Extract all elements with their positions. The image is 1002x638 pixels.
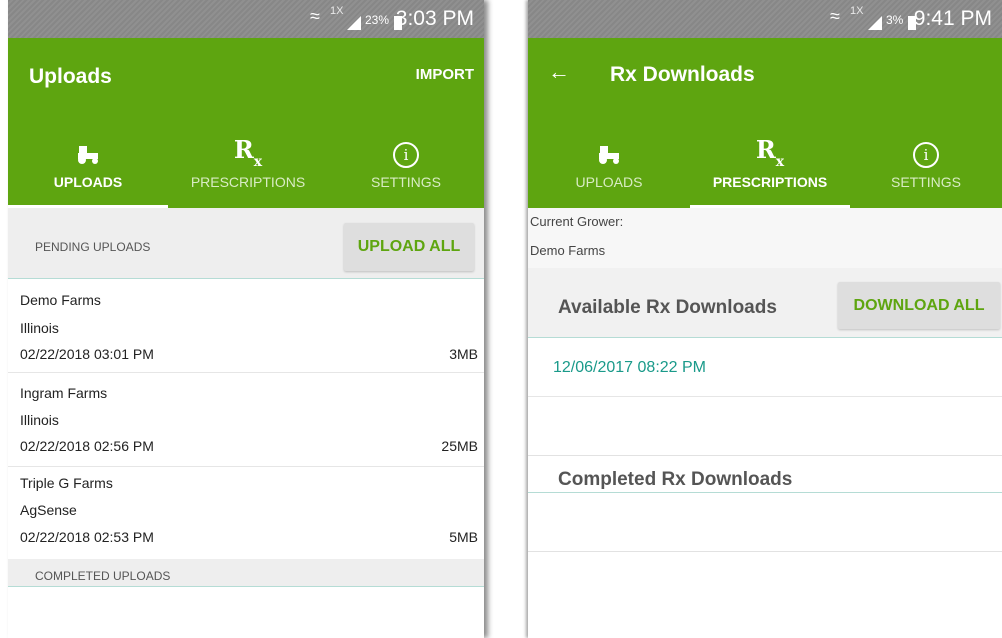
tab-settings[interactable]: i SETTINGS [850, 138, 1002, 208]
file-size: 5MB [449, 529, 478, 545]
upload-row[interactable]: Demo Farms Illinois 02/22/2018 03:01 PM … [8, 280, 484, 373]
rx-symbol: R [755, 135, 776, 165]
import-button[interactable]: IMPORT [416, 66, 474, 83]
tractor-icon [528, 138, 690, 172]
download-datetime: 12/06/2017 08:22 PM [553, 359, 707, 376]
back-arrow-icon[interactable]: ← [548, 59, 570, 85]
file-size: 3MB [449, 346, 478, 362]
location: Illinois [20, 320, 59, 336]
app-bar: ← Rx Downloads UPLOADS Rx PRESCRIPTIONS … [528, 38, 1002, 208]
download-all-button[interactable]: DOWNLOAD ALL [838, 282, 1000, 329]
tab-settings[interactable]: i SETTINGS [328, 138, 484, 208]
completed-uploads-header: COMPLETED UPLOADS [8, 559, 484, 586]
tab-prescriptions[interactable]: Rx PRESCRIPTIONS [168, 138, 328, 208]
tab-uploads[interactable]: UPLOADS [528, 138, 690, 208]
divider [8, 586, 484, 587]
battery-percent: 23% [365, 13, 390, 27]
info-symbol: i [913, 142, 939, 168]
completed-downloads-label: Completed Rx Downloads [558, 469, 793, 490]
rx-subscript: x [775, 153, 785, 170]
tab-label: UPLOADS [53, 174, 123, 190]
location: Illinois [20, 412, 59, 428]
page-title: Rx Downloads [610, 63, 755, 86]
upload-datetime: 02/22/2018 02:56 PM [20, 438, 154, 454]
battery-percent: 3% [886, 13, 904, 27]
file-size: 25MB [441, 438, 478, 454]
wifi-icon: ≈ [310, 6, 320, 26]
tab-label: PRESCRIPTIONS [712, 174, 828, 190]
pending-uploads-header: PENDING UPLOADS UPLOAD ALL [8, 208, 484, 278]
signal-icon [868, 16, 882, 30]
upload-all-button[interactable]: UPLOAD ALL [344, 223, 474, 271]
wifi-icon: ≈ [830, 6, 840, 26]
completed-downloads-header: Completed Rx Downloads [528, 456, 1002, 492]
signal-icon [347, 16, 361, 30]
status-bar: ≈ 1X 23% 3:03 PM [8, 0, 484, 38]
info-icon: i [328, 138, 484, 172]
tab-label: PRESCRIPTIONS [190, 174, 306, 190]
info-icon: i [850, 138, 1002, 172]
location: AgSense [20, 502, 77, 518]
farm-name: Demo Farms [20, 292, 101, 308]
current-grower-name: Demo Farms [530, 243, 606, 258]
status-bar: ≈ 1X 3% 9:41 PM [528, 0, 1002, 38]
rx-subscript: x [253, 153, 263, 170]
farm-name: Triple G Farms [20, 475, 113, 491]
rx-downloads-screen: ≈ 1X 3% 9:41 PM ← Rx Downloads UPLOADS R… [528, 0, 1002, 638]
upload-row[interactable]: Ingram Farms Illinois 02/22/2018 02:56 P… [8, 373, 484, 467]
info-symbol: i [393, 142, 419, 168]
upload-datetime: 02/22/2018 02:53 PM [20, 529, 154, 545]
tab-uploads[interactable]: UPLOADS [8, 138, 168, 208]
tab-label: SETTINGS [890, 174, 961, 190]
tab-label: UPLOADS [575, 174, 643, 190]
status-time: 3:03 PM [395, 7, 474, 30]
divider [528, 492, 1002, 493]
completed-uploads-label: COMPLETED UPLOADS [35, 569, 171, 583]
divider [528, 551, 1002, 552]
network-type: 1X [850, 5, 864, 17]
tab-prescriptions[interactable]: Rx PRESCRIPTIONS [690, 138, 850, 208]
rx-symbol: R [233, 135, 254, 165]
rx-icon: Rx [168, 138, 328, 172]
upload-row[interactable]: Triple G Farms AgSense 02/22/2018 02:53 … [8, 467, 484, 559]
divider [8, 278, 484, 279]
available-downloads-header: Available Rx Downloads DOWNLOAD ALL [528, 268, 1002, 337]
current-grower-block: Current Grower: Demo Farms [528, 208, 1002, 268]
current-grower-label: Current Grower: [530, 214, 624, 229]
tractor-icon [8, 138, 168, 172]
pending-uploads-label: PENDING UPLOADS [35, 240, 151, 254]
page-title: Uploads [29, 65, 112, 88]
available-downloads-label: Available Rx Downloads [558, 297, 777, 318]
network-type: 1X [330, 5, 344, 17]
uploads-screen: ≈ 1X 23% 3:03 PM Uploads IMPORT UPLOADS … [8, 0, 484, 638]
rx-icon: Rx [690, 138, 850, 172]
status-time: 9:41 PM [913, 7, 992, 30]
farm-name: Ingram Farms [20, 385, 108, 401]
tab-label: SETTINGS [370, 174, 441, 190]
app-bar: Uploads IMPORT UPLOADS Rx PRESCRIPTIONS … [8, 38, 484, 208]
download-item[interactable]: 12/06/2017 08:22 PM [528, 338, 1002, 397]
upload-datetime: 02/22/2018 03:01 PM [20, 346, 154, 362]
